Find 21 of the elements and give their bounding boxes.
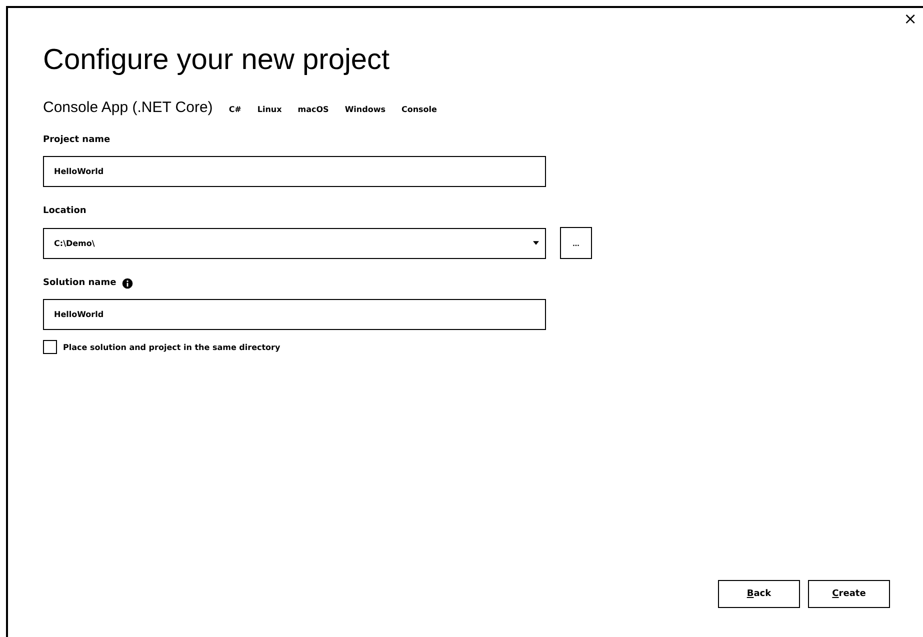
template-tag: Windows: [344, 105, 386, 114]
page-title: Configure your new project: [43, 44, 391, 77]
template-tag: macOS: [298, 105, 329, 114]
dialog-button[interactable]: Create: [808, 580, 890, 608]
checkbox[interactable]: [43, 340, 57, 354]
template-tag: Console: [401, 105, 437, 114]
field-label: Location: [43, 206, 86, 216]
text-field[interactable]: HelloWorld: [43, 156, 546, 187]
location-dropdown[interactable]: C:\Demo\: [43, 228, 546, 258]
text-field[interactable]: HelloWorld: [43, 299, 546, 330]
close-button[interactable]: ×: [898, 8, 923, 30]
info-icon[interactable]: [122, 278, 134, 288]
field-label: Project name: [43, 135, 110, 145]
dropdown-caret-icon[interactable]: [533, 241, 539, 245]
field-label: Solution name: [43, 278, 116, 288]
template-tag: C#: [228, 105, 242, 114]
browse-button[interactable]: ...: [560, 227, 592, 259]
template-tag: Linux: [257, 105, 282, 114]
dialog-button[interactable]: Back: [718, 580, 800, 608]
template-name: Console App (.NET Core): [43, 99, 213, 116]
checkbox-label: Place solution and project in the same directory: [63, 342, 280, 352]
